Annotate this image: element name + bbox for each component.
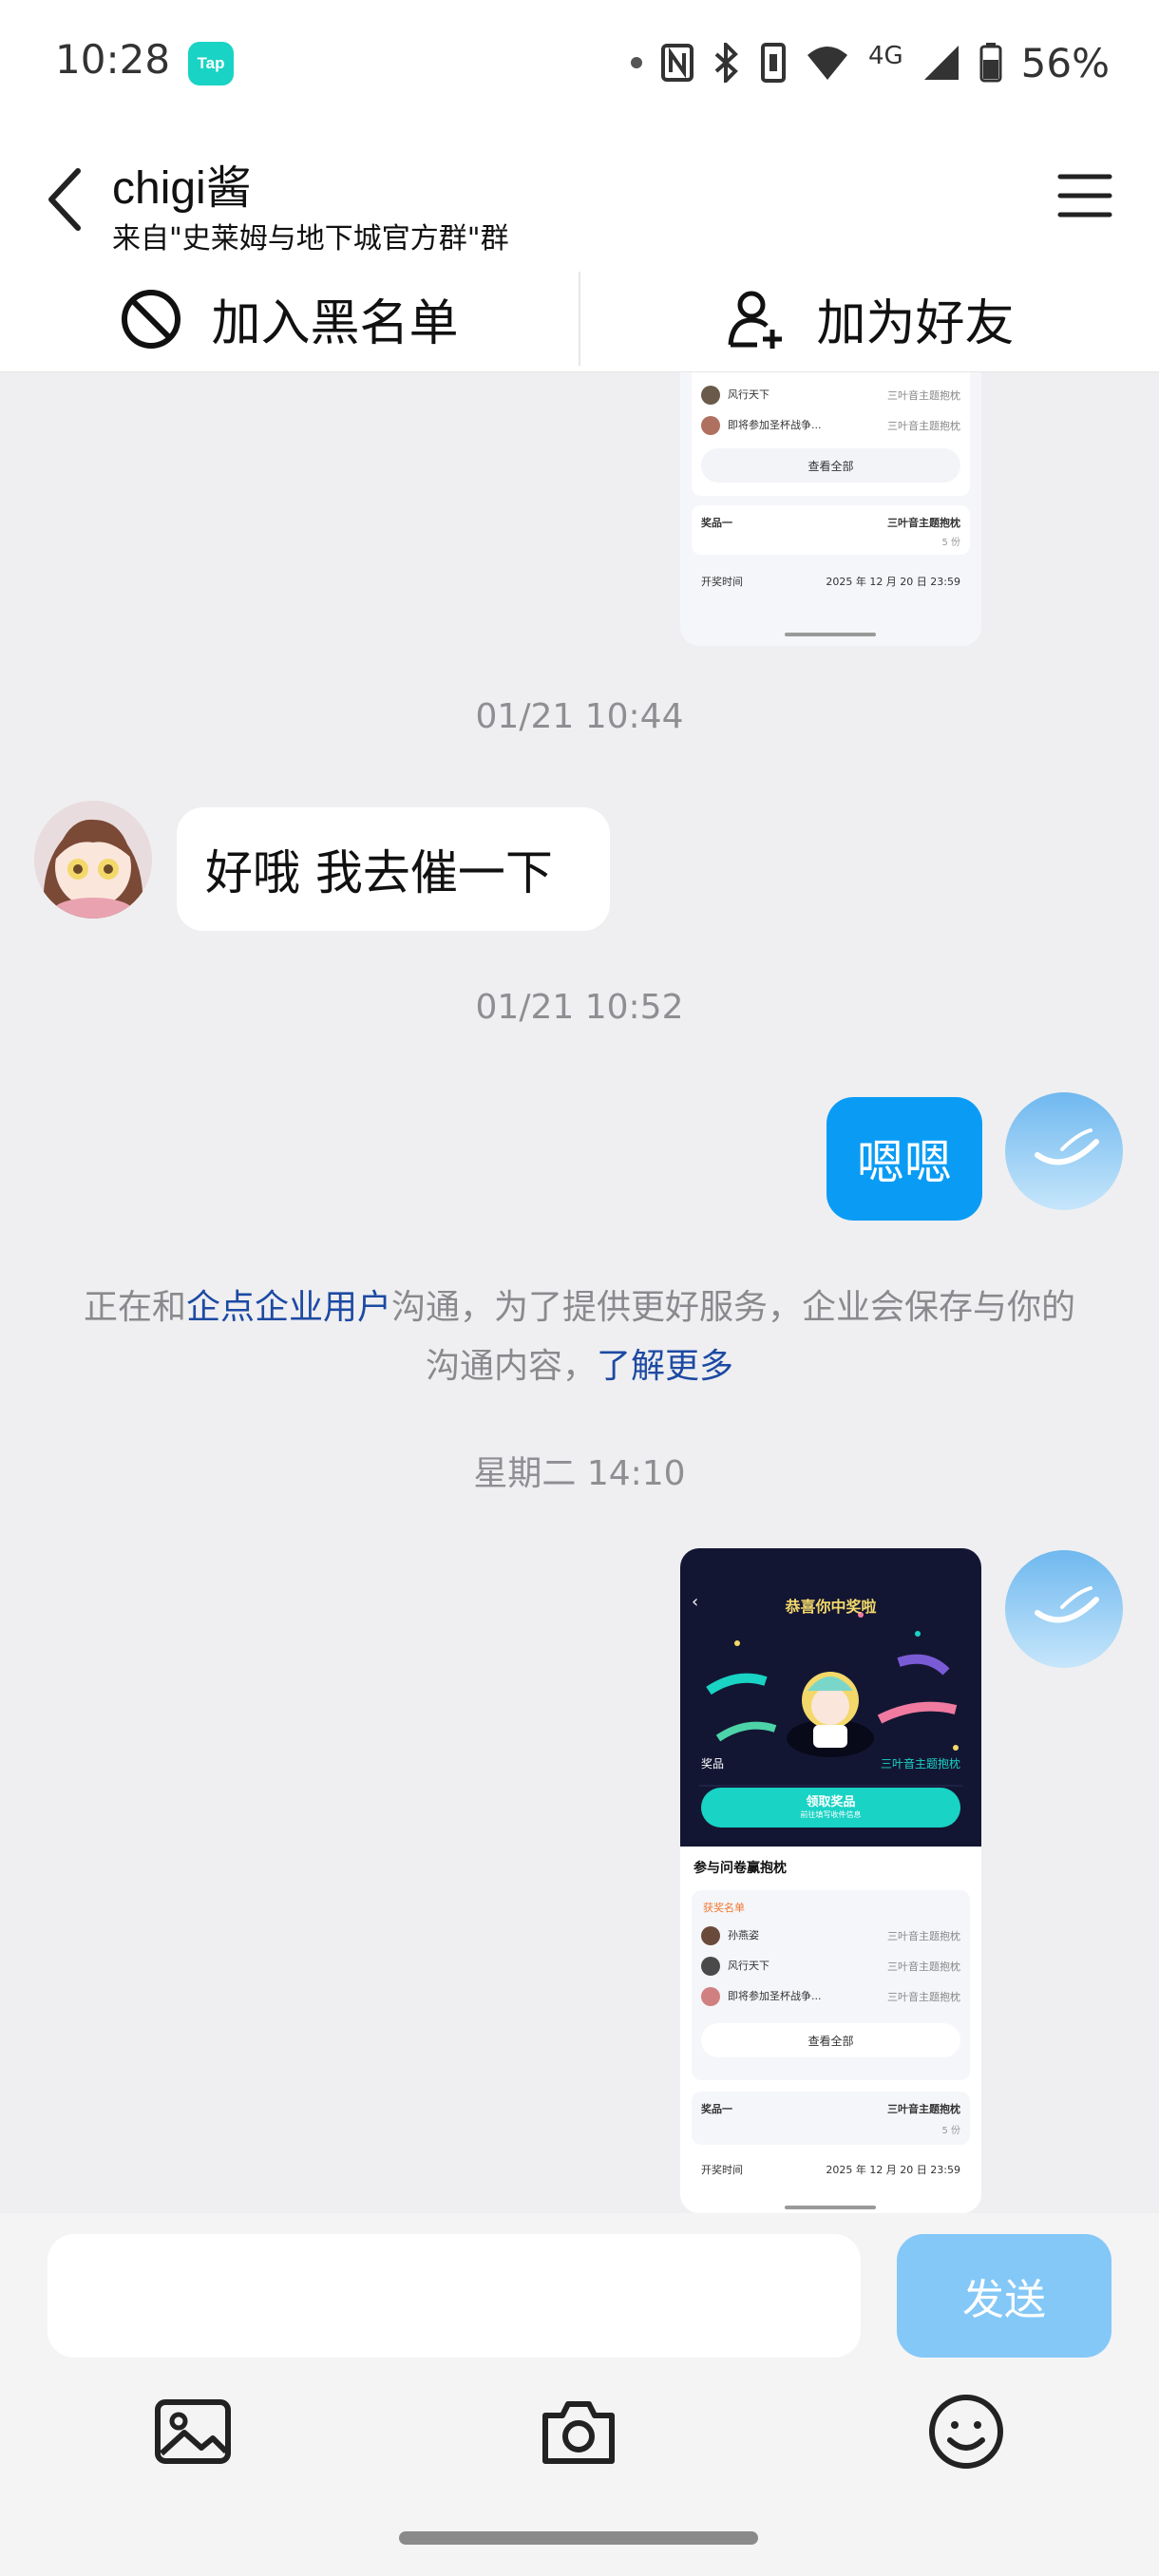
view-all-button: 查看全部: [701, 448, 960, 483]
incoming-message-text: 好哦 我去催一下: [205, 845, 553, 900]
prize-count: 5 份: [941, 2126, 960, 2136]
composer: 发送: [0, 2213, 1159, 2576]
winner-row: 即将参加圣杯战争... 三叶音主题抱枕: [701, 416, 960, 435]
image-icon[interactable]: [150, 2389, 236, 2474]
home-indicator-mini: [785, 633, 876, 636]
winner-row: 孙燕姿 三叶音主题抱枕: [701, 1926, 960, 1945]
message-timestamp: 星期二 14:10: [473, 1454, 686, 1493]
bluetooth-icon: [714, 43, 738, 83]
claim-prize-sub: 前往填写收件信息: [800, 1810, 862, 1819]
winner-row: 风行天下 三叶音主题抱枕: [701, 1957, 960, 1976]
prize-value: 三叶音主题抱枕: [880, 1757, 960, 1771]
block-button[interactable]: 加入黑名单: [0, 266, 579, 371]
add-friend-label: 加为好友: [816, 295, 1015, 352]
block-label: 加入黑名单: [211, 295, 459, 352]
sky-avatar-icon: [1005, 1092, 1123, 1210]
image-message-top[interactable]: 风行天下 三叶音主题抱枕 即将参加圣杯战争... 三叶音主题抱枕 查看全部 奖品…: [680, 372, 981, 646]
prize-count: 5 份: [941, 538, 960, 548]
message-timestamp: 01/21 10:44: [475, 697, 684, 736]
status-time: 10:28: [55, 36, 171, 83]
add-user-icon: [728, 291, 783, 349]
camera-icon[interactable]: [536, 2389, 621, 2474]
message-timestamp: 01/21 10:52: [475, 988, 684, 1027]
battery-icon: [979, 43, 1002, 83]
menu-icon[interactable]: [1056, 169, 1113, 222]
vibrate-icon: [760, 43, 786, 83]
chat-header: chigi酱 来自"史莱姆与地下城官方群"群: [0, 133, 1159, 266]
draw-time-row: 开奖时间 2025 年 12 月 20 日 23:59: [701, 576, 960, 588]
send-button[interactable]: 发送: [897, 2234, 1112, 2358]
incoming-message[interactable]: 好哦 我去催一下: [177, 807, 610, 931]
back-arrow-icon[interactable]: [38, 161, 95, 237]
emoji-icon[interactable]: [923, 2389, 1009, 2474]
winners-title: 获奖名单: [703, 1902, 745, 1914]
enterprise-notice: 正在和企点企业用户沟通，为了提供更好服务，企业会保存与你的沟通内容，了解更多: [76, 1279, 1083, 1396]
congrats-title: 恭喜你中奖啦: [785, 1598, 877, 1616]
winner-row: 风行天下 三叶音主题抱枕: [701, 386, 960, 405]
home-indicator[interactable]: [399, 2531, 758, 2545]
enterprise-user-link[interactable]: 企点企业用户: [186, 1288, 391, 1327]
message-input[interactable]: [48, 2234, 861, 2358]
my-avatar[interactable]: [1005, 1550, 1123, 1668]
survey-title: 参与问卷赢抱枕: [694, 1861, 787, 1876]
network-type: 4G: [867, 42, 903, 70]
outgoing-message-text: 嗯嗯: [857, 1135, 952, 1190]
home-indicator-mini: [785, 2206, 876, 2209]
add-friend-button[interactable]: 加为好友: [580, 266, 1159, 371]
prize-card: [692, 2092, 970, 2145]
my-avatar[interactable]: [1005, 1092, 1123, 1210]
outgoing-message[interactable]: 嗯嗯: [826, 1097, 982, 1221]
notice-text: 正在和: [83, 1288, 186, 1327]
anime-girl-avatar-icon: [34, 801, 152, 919]
winner-row: 即将参加圣杯战争... 三叶音主题抱枕: [701, 1987, 960, 2006]
notification-dot-icon: [630, 57, 642, 68]
status-icons: 4G 56%: [630, 36, 1110, 89]
nfc-icon: [660, 44, 694, 82]
prize-card: [692, 505, 970, 555]
view-all-button: 查看全部: [701, 2023, 960, 2057]
contact-source: 来自"史莱姆与地下城官方群"群: [112, 222, 509, 256]
sky-avatar-icon: [1005, 1550, 1123, 1668]
contact-avatar[interactable]: [34, 801, 152, 919]
contact-actions: 加入黑名单 加为好友: [0, 266, 1159, 372]
wifi-icon: [807, 47, 847, 80]
signal-icon: [923, 46, 959, 80]
prize-label: 奖品: [701, 1757, 725, 1771]
battery-level: 56%: [1020, 39, 1110, 86]
tap-app-icon: Tap: [188, 42, 234, 85]
draw-time-row: 开奖时间 2025 年 12 月 20 日 23:59: [701, 2164, 960, 2176]
prize-row: 奖品一 三叶音主题抱枕: [701, 517, 960, 529]
claim-prize-button: 领取奖品 前往填写收件信息: [701, 1788, 960, 1828]
prize-row: 奖品一 三叶音主题抱枕: [701, 2103, 960, 2115]
claim-prize-label: 领取奖品: [806, 1795, 856, 1809]
prize-banner: ‹ 恭喜你中奖啦 奖品 三叶音主题抱枕 领取奖品 前往填写收件信息: [680, 1548, 981, 1847]
image-message-bottom[interactable]: ‹ 恭喜你中奖啦 奖品 三叶音主题抱枕 领取奖品 前往填写收件信息 参与问卷赢抱…: [680, 1548, 981, 2213]
learn-more-link[interactable]: 了解更多: [597, 1347, 733, 1386]
block-icon: [122, 289, 181, 349]
status-bar: 10:28 Tap 4G 56%: [0, 0, 1159, 133]
contact-name: chigi酱: [112, 163, 252, 214]
